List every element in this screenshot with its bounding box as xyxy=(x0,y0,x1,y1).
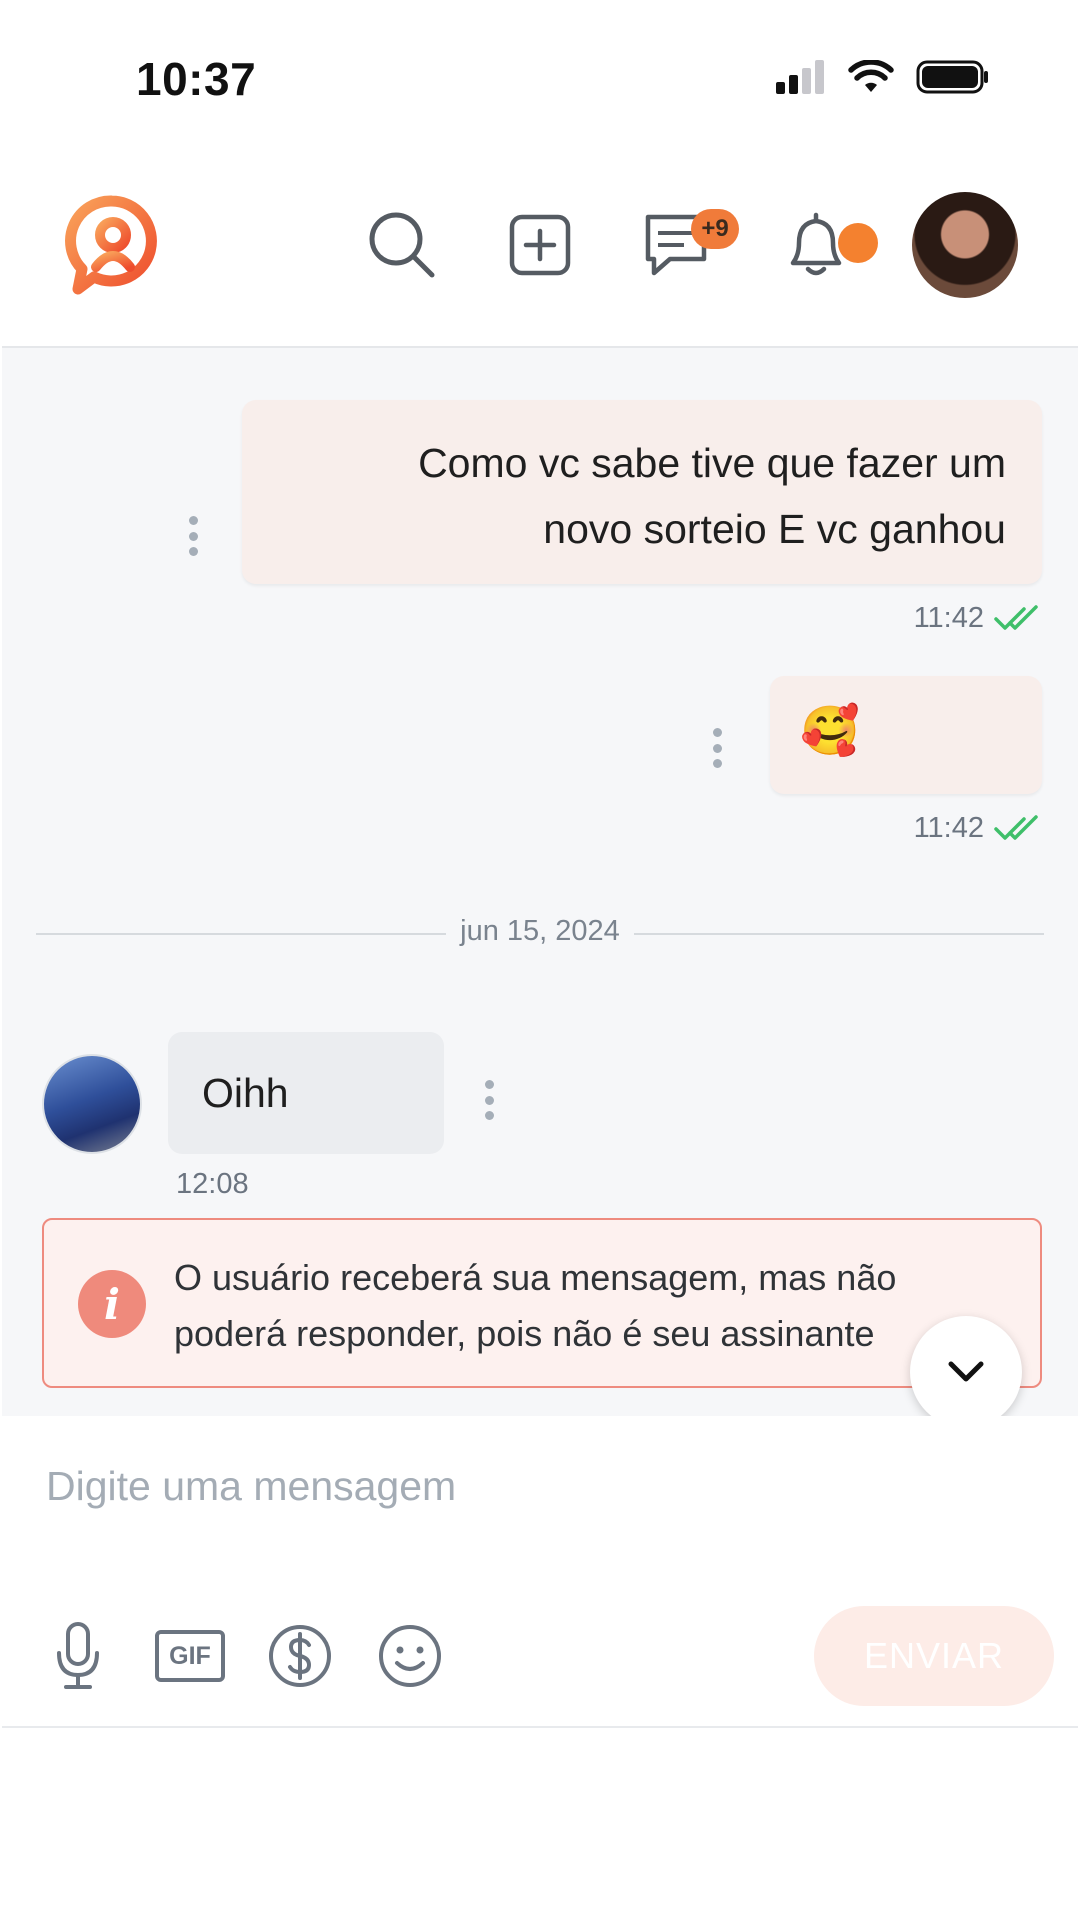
message-text-line: Como vc sabe tive que fazer um xyxy=(418,440,1006,486)
scroll-to-bottom-button[interactable] xyxy=(910,1316,1022,1428)
logo-icon xyxy=(65,195,157,295)
double-check-icon xyxy=(994,814,1038,840)
message-text-line: novo sorteio E vc ganhou xyxy=(543,506,1006,552)
warning-line: O usuário receberá sua mensagem, mas não xyxy=(174,1257,897,1298)
message-time: 11:42 xyxy=(913,812,984,844)
status-bar: 10:37 xyxy=(0,0,1080,160)
emoji-button[interactable] xyxy=(370,1616,450,1696)
messages-button[interactable]: +9 xyxy=(636,205,739,285)
smiley-icon xyxy=(379,1625,441,1687)
microphone-icon xyxy=(57,1622,99,1689)
search-button[interactable] xyxy=(362,205,442,285)
notifications-button[interactable] xyxy=(776,205,878,285)
message-time: 11:42 xyxy=(913,602,984,634)
message-options-icon[interactable] xyxy=(186,516,200,556)
app-logo[interactable] xyxy=(64,195,160,295)
message-input[interactable] xyxy=(46,1456,1026,1516)
message-options-icon[interactable] xyxy=(482,1080,496,1120)
search-icon xyxy=(369,212,435,278)
message-time: 12:08 xyxy=(176,1168,249,1200)
message-composer: GIF ENVIAR xyxy=(2,1416,1078,1728)
tip-button[interactable] xyxy=(260,1616,340,1696)
double-check-icon xyxy=(994,604,1038,630)
status-icons xyxy=(776,60,990,94)
chat-area[interactable]: Como vc sabe tive que fazer um novo sort… xyxy=(2,346,1078,1416)
messages-badge: +9 xyxy=(691,209,739,249)
message-meta: 11:42 xyxy=(914,602,1042,635)
chevron-down-icon xyxy=(948,1361,984,1382)
warning-line: poderá responder, pois não é seu assinan… xyxy=(174,1313,875,1354)
dollar-circle-icon xyxy=(269,1625,331,1687)
warning-text: O usuário receberá sua mensagem, mas não… xyxy=(174,1250,1004,1362)
incoming-message: Oihh xyxy=(168,1032,444,1154)
send-button[interactable]: ENVIAR xyxy=(814,1606,1054,1706)
date-label: jun 15, 2024 xyxy=(460,915,620,947)
subscriber-warning: i O usuário receberá sua mensagem, mas n… xyxy=(42,1218,1042,1388)
gif-button[interactable]: GIF xyxy=(150,1616,230,1696)
message-meta: 11:42 xyxy=(914,812,1042,845)
battery-icon xyxy=(916,60,988,94)
message-emoji: 🥰 xyxy=(800,705,860,758)
date-divider: jun 15, 2024 xyxy=(36,913,1044,953)
gif-icon: GIF xyxy=(155,1630,225,1682)
notification-dot xyxy=(838,223,878,263)
sender-avatar[interactable] xyxy=(42,1054,142,1154)
app-header: +9 xyxy=(0,165,1080,345)
wifi-icon xyxy=(848,60,894,92)
outgoing-message: Como vc sabe tive que fazer um novo sort… xyxy=(242,400,1042,584)
outgoing-message: 🥰 xyxy=(770,676,1042,794)
create-post-button[interactable] xyxy=(500,205,580,285)
plus-square-icon xyxy=(509,214,571,276)
message-options-icon[interactable] xyxy=(710,728,724,768)
status-time: 10:37 xyxy=(136,53,257,105)
info-icon: i xyxy=(78,1270,146,1338)
message-text: Oihh xyxy=(202,1070,289,1116)
cellular-signal-icon xyxy=(776,60,824,94)
profile-avatar[interactable] xyxy=(912,192,1018,298)
voice-message-button[interactable] xyxy=(38,1616,118,1696)
